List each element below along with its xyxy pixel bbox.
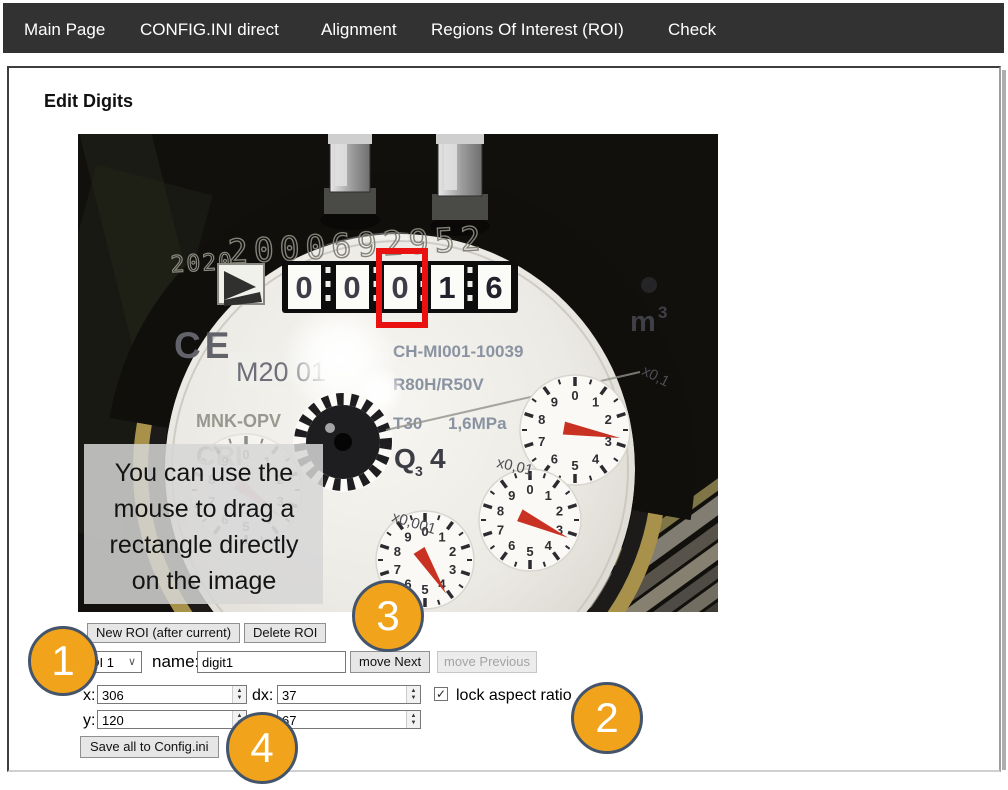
x-input[interactable]: 306 ▲ ▼ — [97, 685, 247, 704]
svg-text:0: 0 — [343, 270, 360, 305]
nav-item-alignment[interactable]: Alignment — [321, 20, 397, 40]
dx-input[interactable]: 37 ▲ ▼ — [277, 685, 421, 704]
svg-text:4: 4 — [430, 443, 446, 474]
x-label: x: — [83, 687, 95, 705]
svg-text:0: 0 — [295, 270, 312, 305]
name-label: name: — [152, 652, 199, 672]
svg-text:2: 2 — [556, 503, 563, 518]
svg-text:9: 9 — [551, 395, 558, 410]
svg-text:6: 6 — [508, 538, 515, 553]
nav-item-regions-of-interest-roi[interactable]: Regions Of Interest (ROI) — [431, 20, 624, 40]
scrollbar-strip[interactable] — [1002, 70, 1006, 770]
svg-text:6: 6 — [551, 451, 558, 466]
delete-roi-button[interactable]: Delete ROI — [244, 623, 326, 643]
svg-text:You can use the: You can use the — [115, 459, 293, 487]
svg-text:m: m — [630, 306, 656, 338]
page-title: Edit Digits — [44, 91, 133, 112]
meter-image[interactable]: 2020 2000692952 CE M20 01 CH-MI001-10039… — [78, 134, 718, 612]
annotation-badge-1: 1 — [28, 626, 98, 696]
svg-text:7: 7 — [497, 523, 504, 538]
move-next-button[interactable]: move Next — [350, 651, 430, 673]
spin-down-icon[interactable]: ▼ — [237, 695, 243, 701]
svg-text:5: 5 — [571, 458, 578, 473]
svg-text:8: 8 — [394, 544, 401, 559]
y-label: y: — [83, 712, 95, 730]
svg-text:9: 9 — [404, 530, 411, 545]
svg-text:8: 8 — [538, 412, 545, 427]
dial-x0-01: 0123456789 — [479, 469, 581, 571]
new-roi-button[interactable]: New ROI (after current) — [87, 623, 240, 643]
svg-text:6: 6 — [485, 270, 502, 305]
svg-text:R80H/R50V: R80H/R50V — [393, 375, 484, 394]
dx-spinner[interactable]: ▲ ▼ — [406, 686, 420, 703]
nav-item-config-ini-direct[interactable]: CONFIG.INI direct — [140, 20, 279, 40]
svg-text:7: 7 — [538, 434, 545, 449]
spin-up-icon[interactable]: ▲ — [237, 688, 243, 694]
annotation-badge-3: 3 — [352, 580, 424, 652]
svg-text:CH-MI001-10039: CH-MI001-10039 — [393, 342, 523, 361]
svg-text:3: 3 — [658, 303, 667, 322]
dy-spinner[interactable]: ▲ ▼ — [406, 711, 420, 728]
dx-label: dx: — [252, 687, 273, 705]
svg-text:2: 2 — [449, 544, 456, 559]
svg-text:3: 3 — [449, 562, 456, 577]
dial-x0-1: 0123456789 — [520, 375, 630, 485]
svg-text:1: 1 — [592, 395, 599, 410]
svg-text:2: 2 — [605, 412, 612, 427]
svg-text:on the image: on the image — [132, 567, 277, 595]
svg-text:rectangle directly: rectangle directly — [110, 531, 299, 559]
name-input[interactable] — [197, 651, 346, 673]
dy-input[interactable]: 67 ▲ ▼ — [277, 710, 421, 729]
svg-text:9: 9 — [508, 488, 515, 503]
svg-text:Q: Q — [394, 443, 416, 474]
nav-item-check[interactable]: Check — [668, 20, 716, 40]
svg-text:4: 4 — [545, 538, 553, 553]
x-spinner[interactable]: ▲ ▼ — [232, 686, 246, 703]
svg-text:7: 7 — [394, 562, 401, 577]
annotation-badge-4: 4 — [226, 712, 298, 784]
svg-text:5: 5 — [421, 582, 428, 597]
svg-text:mouse to drag a: mouse to drag a — [114, 495, 295, 523]
top-nav-bar: Main Page CONFIG.INI direct Alignment Regio… — [3, 3, 1004, 53]
svg-text:1: 1 — [438, 530, 445, 545]
annotation-badge-2: 2 — [571, 682, 643, 754]
svg-text:0: 0 — [526, 482, 533, 497]
svg-text:5: 5 — [526, 544, 533, 559]
drag-hint-overlay: You can use the mouse to drag a rectangl… — [84, 444, 323, 604]
spin-up-icon[interactable]: ▲ — [411, 713, 417, 719]
move-previous-button[interactable]: move Previous — [437, 651, 537, 673]
y-input[interactable]: 120 ▲ ▼ — [97, 710, 247, 729]
svg-text:4: 4 — [592, 451, 600, 466]
spin-up-icon[interactable]: ▲ — [411, 688, 417, 694]
svg-text:CE: CE — [174, 325, 233, 366]
checkmark-icon: ✓ — [436, 687, 446, 701]
lock-aspect-checkbox[interactable]: ✓ — [434, 687, 448, 701]
svg-text:3: 3 — [415, 463, 423, 479]
chevron-down-icon: ∨ — [128, 655, 136, 668]
svg-text:1: 1 — [438, 270, 455, 305]
svg-text:8: 8 — [497, 503, 504, 518]
svg-text:MNK-OPV: MNK-OPV — [196, 411, 281, 431]
spin-down-icon[interactable]: ▼ — [411, 720, 417, 726]
svg-text:1,6MPa: 1,6MPa — [448, 414, 507, 433]
save-config-button[interactable]: Save all to Config.ini — [80, 736, 219, 758]
svg-text:0: 0 — [571, 388, 578, 403]
nav-item-main-page[interactable]: Main Page — [24, 20, 105, 40]
lock-aspect-label: lock aspect ratio — [456, 687, 572, 705]
svg-text:1: 1 — [545, 488, 552, 503]
svg-text:0: 0 — [391, 270, 408, 305]
spin-down-icon[interactable]: ▼ — [411, 695, 417, 701]
